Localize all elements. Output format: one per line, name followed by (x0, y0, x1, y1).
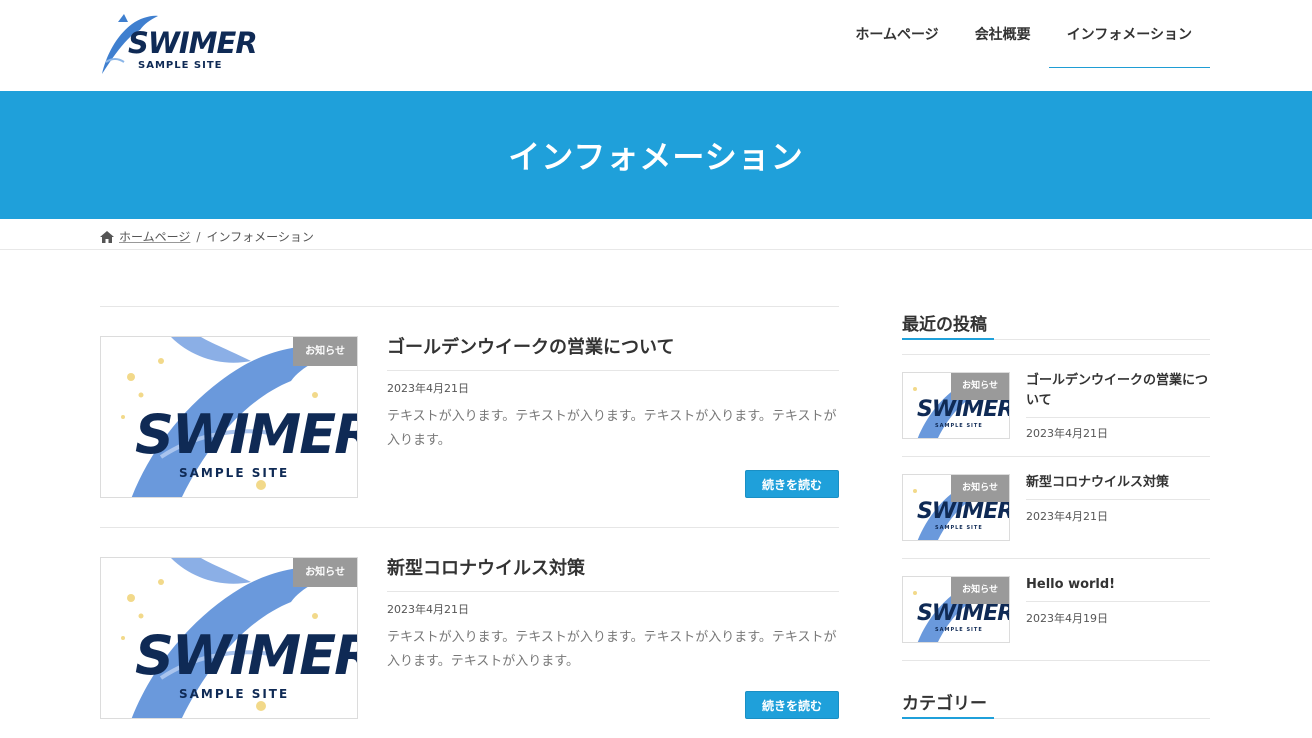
post-item: SWIMER SAMPLE SITE お知らせ ゴールデンウイークの営業について… (100, 306, 839, 527)
page-hero: インフォメーション (0, 91, 1312, 219)
logo-title: SWIMER (128, 26, 258, 60)
sidebar: 最近の投稿 SWIMER SAMPLE SITE お知らせ ゴールデンウイークの… (902, 306, 1210, 719)
nav-information[interactable]: インフォメーション (1048, 0, 1210, 68)
post-title-link[interactable]: 新型コロナウイルス対策 (387, 558, 839, 592)
nav-company[interactable]: 会社概要 (957, 0, 1049, 68)
post-title-link[interactable]: ゴールデンウイークの営業について (387, 337, 839, 371)
home-icon (100, 230, 114, 243)
recent-posts-heading-text: 最近の投稿 (902, 315, 987, 335)
recent-post-title[interactable]: Hello world! (1026, 575, 1210, 602)
recent-post-date: 2023年4月21日 (1026, 427, 1108, 440)
category-badge: お知らせ (293, 558, 357, 587)
breadcrumb: ホームページ / インフォメーション (0, 219, 1312, 250)
recent-post-thumbnail[interactable]: SWIMER SAMPLE SITE お知らせ (902, 474, 1010, 541)
post-item: SWIMER SAMPLE SITE お知らせ 新型コロナウイルス対策 2023… (100, 527, 839, 738)
heading-underline (902, 717, 994, 719)
main-nav: ホームページ 会社概要 インフォメーション (837, 0, 1210, 68)
breadcrumb-current: インフォメーション (206, 230, 314, 244)
read-more-button[interactable]: 続きを読む (745, 691, 839, 719)
breadcrumb-home-link[interactable]: ホームページ (100, 228, 190, 245)
page-title: インフォメーション (508, 138, 804, 176)
categories-heading: カテゴリー (902, 685, 1210, 719)
thumbnail-logo-text: SWIMER (917, 601, 1010, 626)
post-date: 2023年4月21日 (387, 603, 469, 616)
category-badge: お知らせ (951, 475, 1009, 502)
post-thumbnail[interactable]: SWIMER SAMPLE SITE お知らせ (100, 336, 358, 498)
recent-post-title[interactable]: 新型コロナウイルス対策 (1026, 473, 1210, 500)
thumbnail-logo-text: SWIMER (135, 403, 358, 466)
recent-post-item[interactable]: SWIMER SAMPLE SITE お知らせ Hello world! 202… (902, 559, 1210, 661)
site-logo[interactable]: SWIMER SAMPLE SITE (98, 12, 258, 78)
thumbnail-logo-sub: SAMPLE SITE (935, 525, 983, 531)
recent-post-date: 2023年4月21日 (1026, 510, 1108, 523)
post-list: SWIMER SAMPLE SITE お知らせ ゴールデンウイークの営業について… (100, 306, 839, 738)
category-badge: お知らせ (293, 337, 357, 366)
thumbnail-logo-text: SWIMER (135, 624, 358, 687)
thumbnail-logo-text: SWIMER (917, 499, 1010, 524)
recent-post-thumbnail[interactable]: SWIMER SAMPLE SITE お知らせ (902, 372, 1010, 439)
recent-post-title[interactable]: ゴールデンウイークの営業について (1026, 371, 1210, 418)
recent-posts-heading: 最近の投稿 (902, 306, 1210, 340)
recent-posts-list: SWIMER SAMPLE SITE お知らせ ゴールデンウイークの営業について… (902, 354, 1210, 661)
post-date: 2023年4月21日 (387, 382, 469, 395)
breadcrumb-home-label: ホームページ (119, 230, 191, 244)
thumbnail-logo-sub: SAMPLE SITE (935, 627, 983, 633)
thumbnail-logo-text: SWIMER (917, 397, 1010, 422)
recent-post-item[interactable]: SWIMER SAMPLE SITE お知らせ ゴールデンウイークの営業について… (902, 355, 1210, 457)
read-more-button[interactable]: 続きを読む (745, 470, 839, 498)
category-badge: お知らせ (951, 577, 1009, 604)
recent-post-item[interactable]: SWIMER SAMPLE SITE お知らせ 新型コロナウイルス対策 2023… (902, 457, 1210, 559)
recent-post-thumbnail[interactable]: SWIMER SAMPLE SITE お知らせ (902, 576, 1010, 643)
category-badge: お知らせ (951, 373, 1009, 400)
thumbnail-logo-sub: SAMPLE SITE (179, 687, 290, 701)
breadcrumb-separator: / (196, 229, 201, 244)
thumbnail-logo-sub: SAMPLE SITE (179, 466, 290, 480)
thumbnail-logo-sub: SAMPLE SITE (935, 423, 983, 429)
logo-subtitle: SAMPLE SITE (138, 60, 223, 71)
categories-heading-text: カテゴリー (902, 694, 987, 714)
post-thumbnail[interactable]: SWIMER SAMPLE SITE お知らせ (100, 557, 358, 719)
nav-home[interactable]: ホームページ (837, 0, 956, 68)
heading-underline (902, 338, 994, 340)
post-excerpt: テキストが入ります。テキストが入ります。テキストが入ります。テキストが入ります。 (387, 409, 837, 448)
site-header: SWIMER SAMPLE SITE ホームページ 会社概要 インフォメーション (0, 0, 1312, 91)
post-excerpt: テキストが入ります。テキストが入ります。テキストが入ります。テキストが入ります。… (387, 630, 837, 669)
recent-post-date: 2023年4月19日 (1026, 612, 1108, 625)
